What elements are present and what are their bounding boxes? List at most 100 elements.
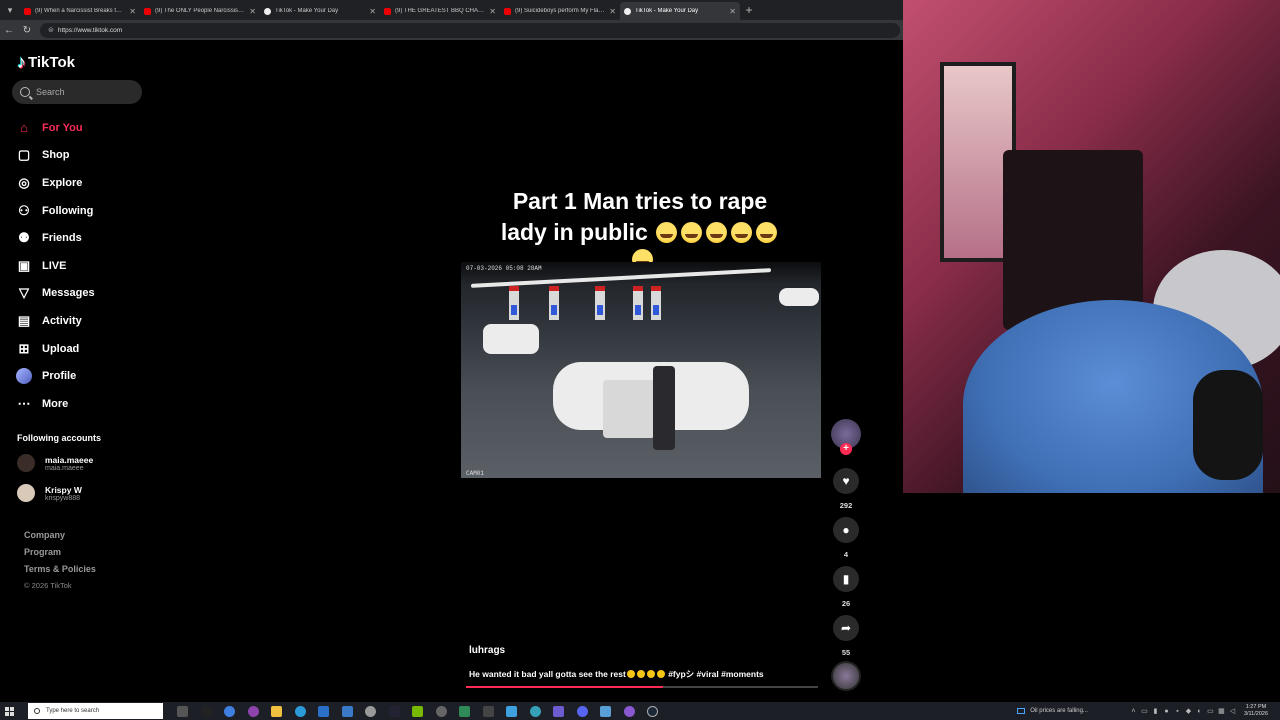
sidebar-item-messages[interactable]: ▽ Messages: [16, 280, 146, 308]
comment-button[interactable]: ●: [833, 517, 859, 543]
tray-app-icon[interactable]: ▭: [1139, 706, 1150, 717]
camera-label: CAM01: [466, 470, 485, 477]
edge-icon[interactable]: [289, 702, 313, 720]
tray-app-icon[interactable]: ◐: [1194, 706, 1205, 717]
sidebar-item-profile[interactable]: Profile: [16, 362, 146, 390]
messages-icon: ▽: [19, 285, 29, 301]
tray-app-icon[interactable]: ▭: [1205, 706, 1216, 717]
chrome-icon[interactable]: [218, 702, 242, 720]
close-tab-icon[interactable]: ✕: [489, 7, 496, 16]
sidebar-item-label: More: [42, 397, 69, 410]
tab-menu-icon[interactable]: ▾: [0, 0, 20, 20]
volume-icon[interactable]: ◁: [1227, 706, 1238, 717]
like-button[interactable]: ♥: [833, 468, 859, 494]
news-widget[interactable]: Oil prices are falling...: [1017, 708, 1088, 714]
app-icon[interactable]: [195, 702, 219, 720]
new-tab-button[interactable]: +: [740, 1, 758, 19]
site-info-icon[interactable]: ⊜: [48, 26, 54, 34]
browser-tab[interactable]: (9) THE GREATEST BBQ CHALLENG ✕: [380, 2, 500, 20]
open-car-door: [603, 380, 655, 438]
back-icon[interactable]: ←: [0, 21, 18, 39]
sidebar-item-explore[interactable]: ◎ Explore: [16, 169, 146, 197]
close-tab-icon[interactable]: ✕: [249, 7, 256, 16]
taskbar-search[interactable]: Type here to search: [28, 703, 163, 719]
close-tab-icon[interactable]: ✕: [369, 7, 376, 16]
browser-tab[interactable]: TikTok - Make Your Day ✕: [260, 2, 380, 20]
close-tab-icon[interactable]: ✕: [609, 7, 616, 16]
app-icon[interactable]: [500, 702, 524, 720]
address-bar[interactable]: ⊜ https://www.tiktok.com: [40, 22, 900, 38]
sidebar-item-following[interactable]: ⚇ Following: [16, 197, 146, 225]
crying-emoji-icon: [626, 670, 635, 678]
sidebar-item-activity[interactable]: ▤ Activity: [16, 307, 146, 335]
task-view-icon[interactable]: [171, 702, 195, 720]
app-icon[interactable]: [547, 702, 571, 720]
footer-link-program[interactable]: Program: [24, 547, 96, 564]
following-account[interactable]: maia.maeee maia.maeee: [17, 454, 93, 472]
reload-icon[interactable]: ↻: [18, 21, 36, 39]
tab-title: (9) When a Narcissist Breaks the S: [35, 8, 126, 14]
share-button[interactable]: ➦: [833, 615, 859, 641]
clock[interactable]: 1:27 PM 3/11/2026: [1244, 704, 1268, 718]
close-tab-icon[interactable]: ✕: [129, 7, 136, 16]
chevron-up-icon[interactable]: ˄: [1128, 706, 1139, 717]
tray-app-icon[interactable]: ▪: [1172, 706, 1183, 717]
browser-tab[interactable]: (9) The ONLY People Narcissists D ✕: [140, 2, 260, 20]
crying-emoji-icon: [731, 222, 753, 243]
discord-icon[interactable]: [571, 702, 595, 720]
browser-tab[interactable]: TikTok - Make Your Day ✕: [620, 2, 740, 20]
tray-app-icon[interactable]: ◆: [1183, 706, 1194, 717]
file-explorer-icon[interactable]: [265, 702, 289, 720]
van: [779, 288, 819, 306]
video-author[interactable]: luhrags: [469, 645, 505, 656]
nvidia-icon[interactable]: [406, 702, 430, 720]
profile-icon: [16, 368, 32, 385]
footer-link-company[interactable]: Company: [24, 530, 96, 547]
start-button[interactable]: [0, 702, 18, 720]
follow-button[interactable]: +: [840, 443, 852, 455]
browser-tab[interactable]: (9) Suicideboys perform My Flaws ✕: [500, 2, 620, 20]
app-icon[interactable]: [477, 702, 501, 720]
close-tab-icon[interactable]: ✕: [729, 7, 736, 16]
app-icon[interactable]: [430, 702, 454, 720]
overlay-line-2: lady in public: [500, 219, 648, 245]
youtube-favicon-icon: [384, 7, 391, 15]
description-hashtags[interactable]: #fypシ #viral #moments: [668, 669, 763, 679]
app-icon[interactable]: [383, 702, 407, 720]
app-icon[interactable]: [594, 702, 618, 720]
app-icon[interactable]: [359, 702, 383, 720]
music-disc[interactable]: [831, 661, 861, 691]
video-progress-bar[interactable]: [466, 686, 818, 688]
following-account[interactable]: Krispy W krispyw888: [17, 484, 82, 502]
search-input[interactable]: Search: [12, 80, 142, 104]
system-tray: Oil prices are falling... ˄ ▭ ▮ ● ▪ ◆ ◐ …: [1017, 702, 1280, 720]
app-icon[interactable]: [453, 702, 477, 720]
sidebar-item-label: Explore: [42, 176, 83, 189]
overlay-line-1: Part 1 Man tries to rape: [512, 188, 768, 214]
sidebar-item-friends[interactable]: ⚉ Friends: [16, 224, 146, 252]
obs-icon[interactable]: [618, 702, 642, 720]
sidebar-item-live[interactable]: ▣ LIVE: [16, 252, 146, 280]
sidebar-item-for-you[interactable]: ⌂ For You: [16, 114, 146, 142]
microphone-icon[interactable]: ▮: [1150, 706, 1161, 717]
app-icon[interactable]: [336, 702, 360, 720]
browser-tab[interactable]: (9) When a Narcissist Breaks the S ✕: [20, 2, 140, 20]
avatar: [17, 484, 35, 502]
network-icon[interactable]: ▦: [1216, 706, 1227, 717]
sidebar-item-upload[interactable]: ⊞ Upload: [16, 335, 146, 363]
mail-icon[interactable]: [312, 702, 336, 720]
tray-app-icon[interactable]: ●: [1161, 706, 1172, 717]
search-placeholder: Search: [36, 87, 65, 97]
url-text: https://www.tiktok.com: [57, 26, 123, 34]
sidebar-item-shop[interactable]: ▢ Shop: [16, 142, 146, 170]
video-player[interactable]: 07-03-2026 05:08 28AM CAM01: [461, 262, 821, 478]
footer-link-terms[interactable]: Terms & Policies: [24, 564, 96, 581]
time: 1:27 PM: [1245, 704, 1267, 710]
steam-icon[interactable]: [641, 702, 665, 720]
save-button[interactable]: ▮: [833, 566, 859, 592]
sidebar-item-more[interactable]: ⋯ More: [16, 390, 146, 418]
youtube-favicon-icon: [144, 7, 151, 15]
app-icon[interactable]: [524, 702, 548, 720]
app-icon[interactable]: [242, 702, 266, 720]
tiktok-logo[interactable]: ♪ TikTok: [17, 52, 75, 73]
